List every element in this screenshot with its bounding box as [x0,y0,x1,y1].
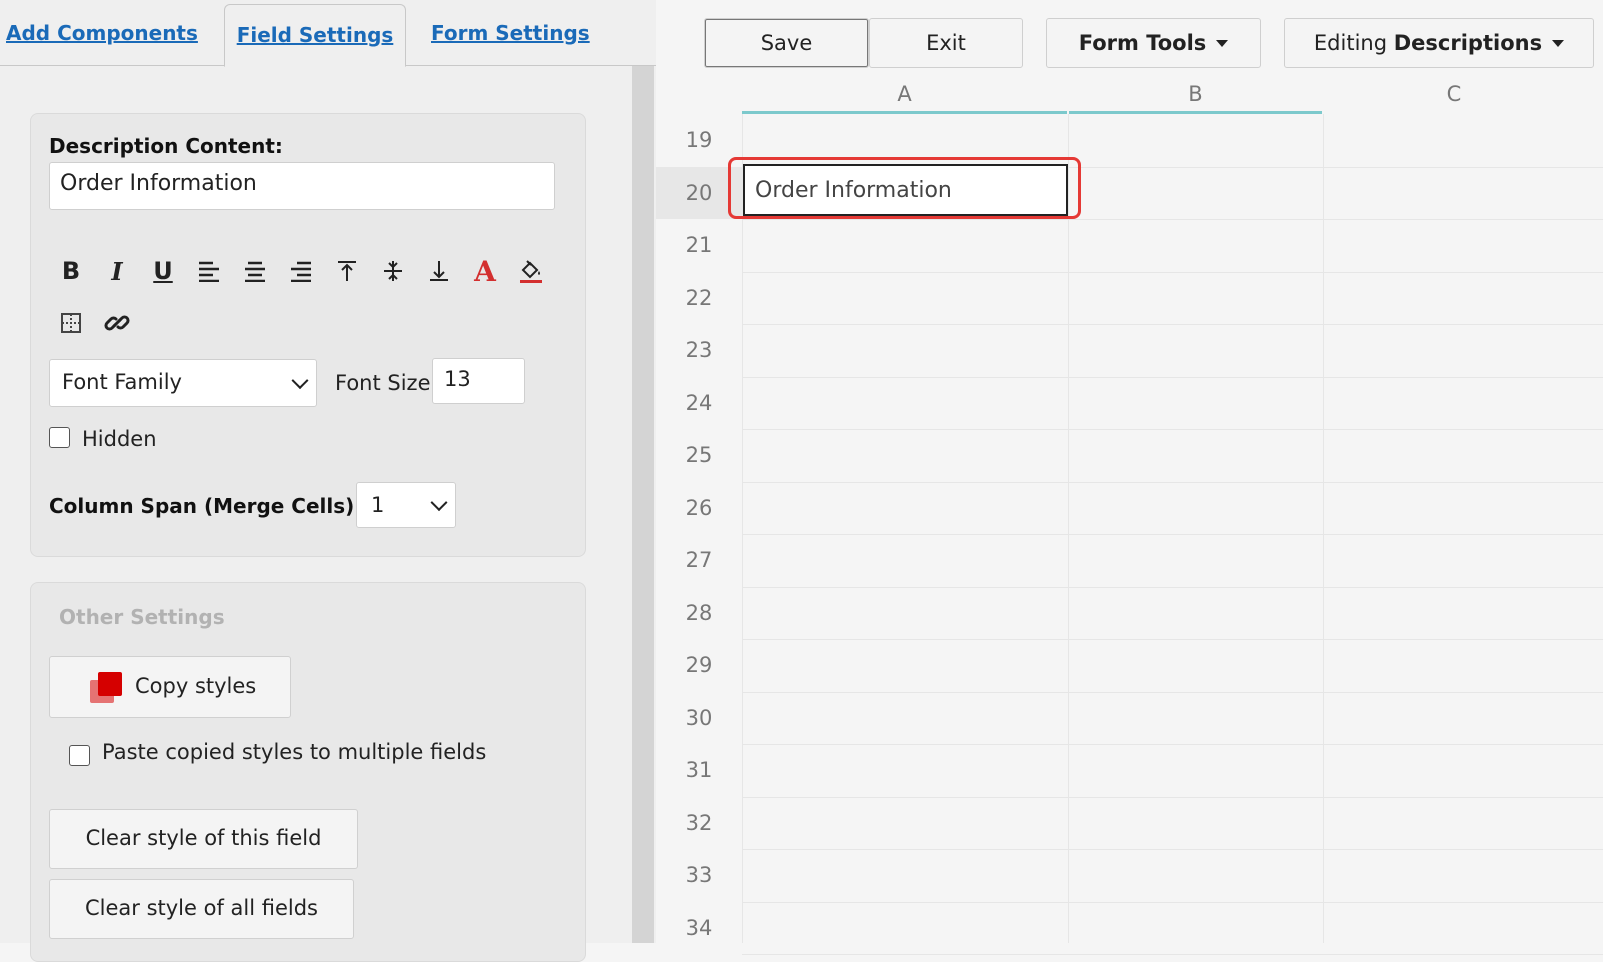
italic-icon[interactable]: I [99,253,135,289]
caret-down-icon [1552,39,1565,47]
grid-line [742,954,1603,955]
form-tools-dropdown[interactable]: Form Tools [1046,18,1261,68]
font-family-select[interactable]: Font Family [49,359,317,407]
row-number[interactable]: 33 [656,849,742,901]
other-settings-card: Other Settings Copy styles Paste copied … [30,582,586,962]
align-right-icon[interactable] [283,253,319,289]
form-tools-label: Form Tools [1078,31,1207,55]
border-icon[interactable] [53,305,89,341]
grid-line [742,481,1603,483]
column-header-c[interactable]: C [1324,76,1584,114]
column-span-label: Column Span (Merge Cells): [49,494,363,518]
tab-form-settings[interactable]: Form Settings [431,21,590,45]
exit-button[interactable]: Exit [869,18,1023,68]
row-number[interactable]: 28 [656,587,742,639]
panel-scrollbar[interactable] [632,66,654,943]
underline-icon[interactable]: U [145,253,181,289]
save-button[interactable]: Save [704,18,869,68]
selected-cell-text: Order Information [755,178,952,203]
clear-all-styles-button[interactable]: Clear style of all fields [49,879,354,939]
grid-line [742,271,1603,273]
grid-line [742,849,1603,850]
bold-icon[interactable]: B [53,253,89,289]
tab-add-components[interactable]: Add Components [6,21,198,45]
column-header-a[interactable]: A [742,76,1067,114]
column-header-b[interactable]: B [1069,76,1322,114]
caret-down-icon [1216,39,1229,47]
fill-color-icon[interactable] [513,253,549,289]
align-center-icon[interactable] [237,253,273,289]
grid-line [1068,114,1069,943]
row-number[interactable]: 27 [656,534,742,586]
clear-field-style-button[interactable]: Clear style of this field [49,809,358,869]
grid-line [742,219,1603,220]
copy-styles-button[interactable]: Copy styles [49,656,291,718]
font-color-icon[interactable]: A [467,253,503,289]
row-number[interactable]: 22 [656,272,742,324]
valign-top-icon[interactable] [329,253,365,289]
grid-line [742,376,1603,378]
font-family-value: Font Family [62,370,182,394]
chevron-down-icon [430,494,448,512]
grid-line [742,429,1603,430]
grid-line [1323,114,1324,943]
selected-cell[interactable]: Order Information [743,164,1068,216]
grid-line [742,639,1603,640]
row-number[interactable]: 23 [656,324,742,376]
row-number[interactable]: 19 [656,114,742,166]
paste-styles-label: Paste copied styles to multiple fields [102,740,487,764]
editing-mode-dropdown[interactable]: Editing Descriptions [1284,18,1594,68]
tab-bar: Add Components Field Settings Form Setti… [0,0,656,67]
grid-line [742,586,1603,588]
column-span-value: 1 [371,493,385,517]
tab-field-settings[interactable]: Field Settings [224,4,406,67]
copy-styles-label: Copy styles [135,674,257,698]
grid-line [742,534,1603,535]
row-number[interactable]: 21 [656,219,742,271]
grid-line [742,324,1603,325]
row-number[interactable]: 34 [656,902,742,954]
tab-field-settings-label: Field Settings [236,23,394,47]
grid-line [742,114,743,943]
valign-bottom-icon[interactable] [421,253,457,289]
link-icon[interactable] [99,305,135,341]
grid-line [742,901,1603,903]
grid-line [742,691,1603,693]
hidden-label: Hidden [82,427,157,451]
row-number[interactable]: 29 [656,639,742,691]
font-size-input[interactable]: 13 [432,358,525,404]
hidden-checkbox[interactable] [49,427,70,448]
grid-line [742,796,1603,798]
copy-styles-icon [90,672,122,703]
paste-styles-checkbox[interactable] [69,745,90,766]
chevron-down-icon [291,372,309,390]
editing-prefix: Editing [1313,31,1388,55]
form-grid-area: Save Exit Form Tools Editing Description… [656,0,1603,955]
row-number[interactable]: 32 [656,797,742,849]
font-size-label: Font Size [335,371,431,395]
row-number[interactable]: 26 [656,482,742,534]
row-number[interactable]: 31 [656,744,742,796]
row-number[interactable]: 24 [656,377,742,429]
row-number[interactable]: 30 [656,692,742,744]
description-content-input[interactable]: Order Information [49,162,555,210]
valign-middle-icon[interactable] [375,253,411,289]
editing-mode-label: Descriptions [1393,31,1543,55]
description-settings-card: Description Content: Order Information B… [30,113,586,557]
description-content-label: Description Content: [49,134,283,158]
align-left-icon[interactable] [191,253,227,289]
field-settings-panel: Add Components Field Settings Form Setti… [0,0,656,962]
other-settings-title: Other Settings [59,605,225,629]
row-number[interactable]: 25 [656,429,742,481]
column-span-select[interactable]: 1 [356,482,456,528]
grid-line [742,744,1603,745]
